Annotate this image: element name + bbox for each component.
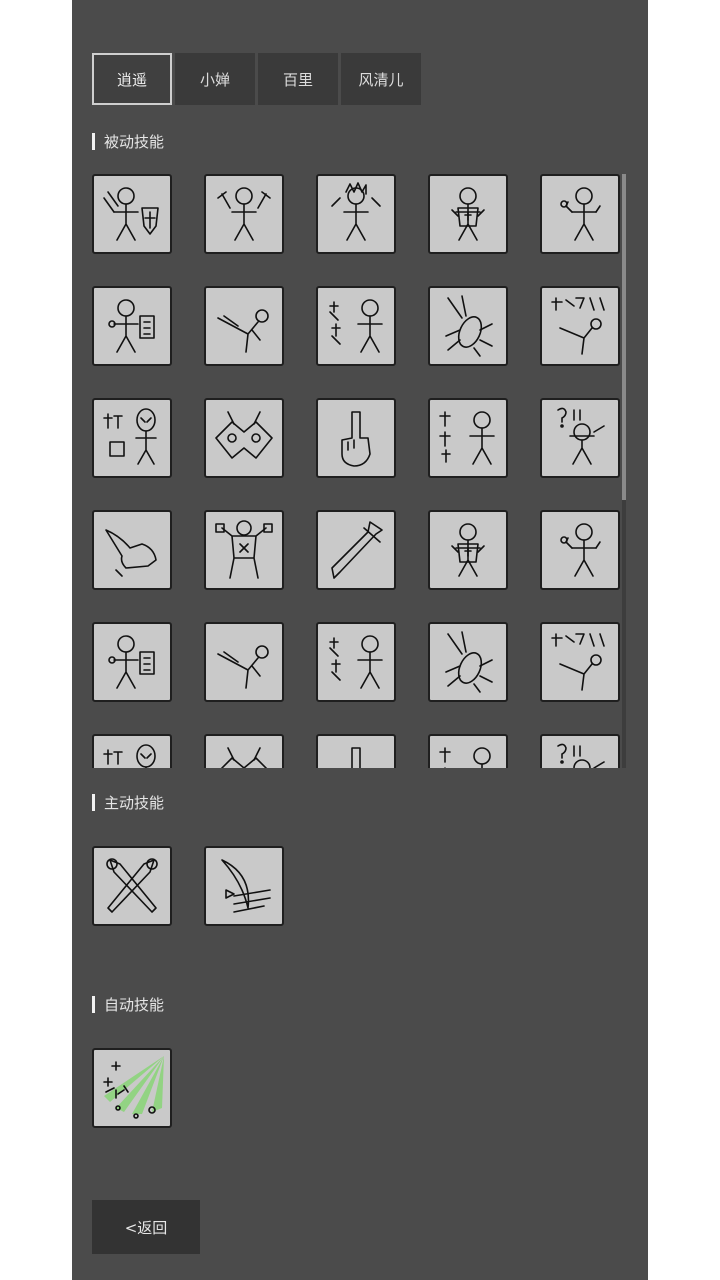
bodybuilder-icon	[215, 520, 273, 579]
spiky-hair-brawler-icon	[331, 182, 381, 241]
skill-tile[interactable]	[92, 1048, 172, 1128]
knight-with-shield-icon	[103, 187, 159, 241]
skill-tile[interactable]	[428, 734, 508, 768]
tab-xiaoyao[interactable]: 逍遥	[92, 53, 172, 105]
section-marker	[92, 793, 95, 811]
flying-kick-icon	[217, 309, 269, 353]
auto-section-title: 自动技能	[92, 995, 165, 1014]
skill-tile[interactable]	[540, 174, 620, 254]
skill-tile[interactable]	[204, 734, 284, 768]
foot-stomp-icon	[105, 529, 157, 577]
hit-alien-icon	[103, 744, 156, 768]
skill-tile[interactable]	[204, 510, 284, 590]
middle-finger-icon	[341, 411, 371, 467]
tab-baili[interactable]: 百里	[258, 53, 338, 105]
come-here-kick-icon	[551, 633, 605, 691]
active-title-text: 主动技能	[104, 793, 165, 812]
shout-text-stickman-icon	[329, 299, 383, 353]
broad-sword-icon	[331, 521, 383, 579]
question-marks-stickman-icon	[557, 743, 605, 768]
skill-tile[interactable]	[92, 622, 172, 702]
section-marker	[92, 132, 95, 150]
tab-fengqinger[interactable]: 风清儿	[341, 53, 421, 105]
stickman-flexing-icon	[560, 523, 601, 577]
cockroach-icon	[445, 295, 493, 357]
skill-tile[interactable]	[316, 622, 396, 702]
passive-skills-grid	[92, 174, 632, 768]
warrior-with-axes-icon	[217, 187, 271, 241]
active-skills-row	[92, 846, 316, 926]
blade-slash-icon	[221, 859, 271, 913]
skill-tile[interactable]	[540, 622, 620, 702]
come-here-kick-icon	[551, 297, 605, 355]
scrollbar-thumb[interactable]	[622, 174, 626, 500]
skill-tile[interactable]	[316, 734, 396, 768]
stickman-holding-card-icon	[108, 299, 155, 353]
active-section-title: 主动技能	[92, 793, 165, 812]
skill-tile[interactable]	[540, 734, 620, 768]
skill-tile[interactable]	[428, 510, 508, 590]
skill-tile[interactable]	[316, 510, 396, 590]
crossed-swords-icon	[106, 858, 158, 913]
character-tabs: 逍遥 小婵 百里 风清儿	[92, 53, 424, 105]
skill-tile[interactable]	[204, 286, 284, 366]
skill-tile[interactable]	[428, 398, 508, 478]
skill-tile[interactable]	[428, 174, 508, 254]
skill-tile[interactable]	[92, 174, 172, 254]
auto-title-text: 自动技能	[104, 995, 165, 1014]
passive-skills-scroll[interactable]	[92, 174, 632, 768]
skill-tile[interactable]	[540, 398, 620, 478]
section-marker	[92, 995, 95, 1013]
skill-tile[interactable]	[204, 174, 284, 254]
owl-mask-icon	[220, 747, 268, 768]
skill-tile[interactable]	[92, 398, 172, 478]
owl-mask-icon	[215, 411, 273, 459]
skill-tile[interactable]	[204, 846, 284, 926]
cockroach-icon	[445, 631, 493, 693]
middle-finger-icon	[351, 747, 361, 768]
skill-tile[interactable]	[428, 622, 508, 702]
skill-tile[interactable]	[92, 286, 172, 366]
skill-tile[interactable]	[540, 286, 620, 366]
cheer-text-stickman-icon	[439, 411, 495, 465]
skill-tile[interactable]	[316, 398, 396, 478]
hit-alien-icon	[103, 408, 157, 465]
skill-tile[interactable]	[92, 510, 172, 590]
armored-figure-icon	[451, 523, 485, 577]
flying-kick-icon	[217, 645, 269, 689]
question-marks-stickman-icon	[557, 407, 605, 465]
back-button[interactable]: <返回	[92, 1200, 200, 1254]
skill-tile[interactable]	[428, 286, 508, 366]
stickman-flexing-icon	[560, 187, 601, 241]
skills-panel: 逍遥 小婵 百里 风清儿 被动技能 主动技能 自动技能 <返回	[72, 0, 648, 1280]
tab-xiaochan[interactable]: 小婵	[175, 53, 255, 105]
skill-tile[interactable]	[316, 174, 396, 254]
cheer-text-stickman-icon	[439, 747, 491, 768]
skill-tile[interactable]	[92, 846, 172, 926]
skill-tile[interactable]	[92, 734, 172, 768]
passive-section-title: 被动技能	[92, 132, 165, 151]
stickman-holding-card-icon	[108, 635, 155, 689]
skill-tile[interactable]	[204, 622, 284, 702]
skill-tile[interactable]	[316, 286, 396, 366]
armored-figure-icon	[451, 187, 485, 241]
skill-tile[interactable]	[540, 510, 620, 590]
skill-tile[interactable]	[204, 398, 284, 478]
shout-text-stickman-icon	[329, 635, 383, 689]
passive-title-text: 被动技能	[104, 132, 165, 151]
auto-skills-row	[92, 1048, 172, 1128]
hp-heal-rays-icon	[103, 1056, 164, 1119]
